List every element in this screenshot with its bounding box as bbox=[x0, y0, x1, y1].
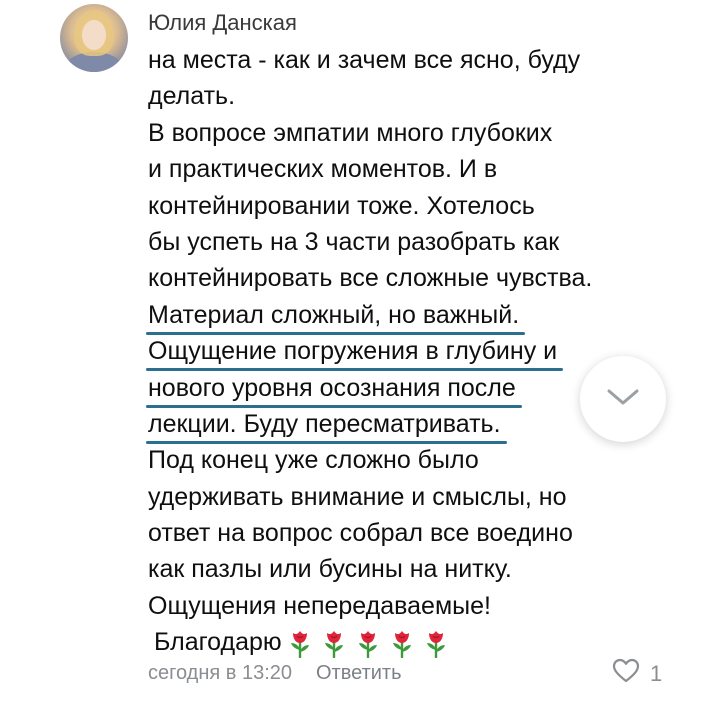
reply-button[interactable]: Ответить bbox=[316, 662, 402, 685]
comment-line: контейнировать все сложные чувства. bbox=[148, 264, 593, 293]
comment-line: Под конец уже сложно было bbox=[148, 446, 479, 475]
chevron-down-icon bbox=[606, 387, 640, 412]
comment-timestamp: сегодня в 13:20 bbox=[148, 661, 292, 684]
rose-emoji-group bbox=[282, 628, 448, 658]
thanks-text: Благодарю bbox=[154, 628, 282, 657]
rose-emoji bbox=[322, 630, 346, 658]
comment-author[interactable]: Юлия Данская bbox=[148, 10, 297, 36]
underlined-text: лекции. Буду пересматривать. bbox=[146, 409, 507, 444]
underlined-text: Ощущение погружения в глубину и bbox=[145, 337, 564, 372]
underlined-text: Материал сложный, но важный. bbox=[145, 300, 526, 335]
comment-line: делать. bbox=[148, 82, 236, 111]
comment-line: контейнировании тоже. Хотелось bbox=[148, 191, 535, 220]
comment-line: ответ на вопрос собрал все воедино bbox=[148, 519, 573, 548]
scroll-down-button[interactable] bbox=[580, 356, 666, 442]
avatar[interactable] bbox=[60, 4, 128, 72]
comment-line: удерживать внимание и смыслы, но bbox=[148, 482, 567, 511]
comment-line-thanks: Благодарю bbox=[148, 624, 668, 660]
underlined-text: нового уровня осознания после bbox=[146, 373, 522, 408]
heart-outline-icon bbox=[612, 658, 650, 690]
like-button[interactable]: 1 bbox=[612, 658, 662, 690]
comment-line: как пазлы или бусины на нитку. bbox=[148, 555, 512, 584]
rose-emoji bbox=[356, 630, 380, 658]
comment-line: на места - как и зачем все ясно, буду bbox=[148, 46, 581, 74]
comment-body: на места - как и зачем все ясно, буду де… bbox=[145, 42, 668, 661]
comment-line: бы успеть на 3 части разобрать как bbox=[148, 227, 560, 256]
comment-line-underlined: Материал сложный, но важный. bbox=[145, 297, 668, 335]
comment-line-underlined: Ощущение погружения в глубину и bbox=[145, 333, 668, 372]
rose-emoji bbox=[288, 630, 312, 658]
rose-emoji bbox=[390, 630, 414, 658]
rose-emoji bbox=[424, 630, 448, 658]
like-count: 1 bbox=[650, 661, 663, 686]
avatar-face bbox=[82, 20, 106, 50]
comment-meta: сегодня в 13:20 Ответить bbox=[148, 660, 402, 686]
comment-line: и практических моментов. И в bbox=[148, 155, 498, 184]
comment-line: Ощущения непередаваемые! bbox=[148, 591, 491, 620]
comment-line: В вопросе эмпатии много глубоких bbox=[148, 118, 553, 147]
